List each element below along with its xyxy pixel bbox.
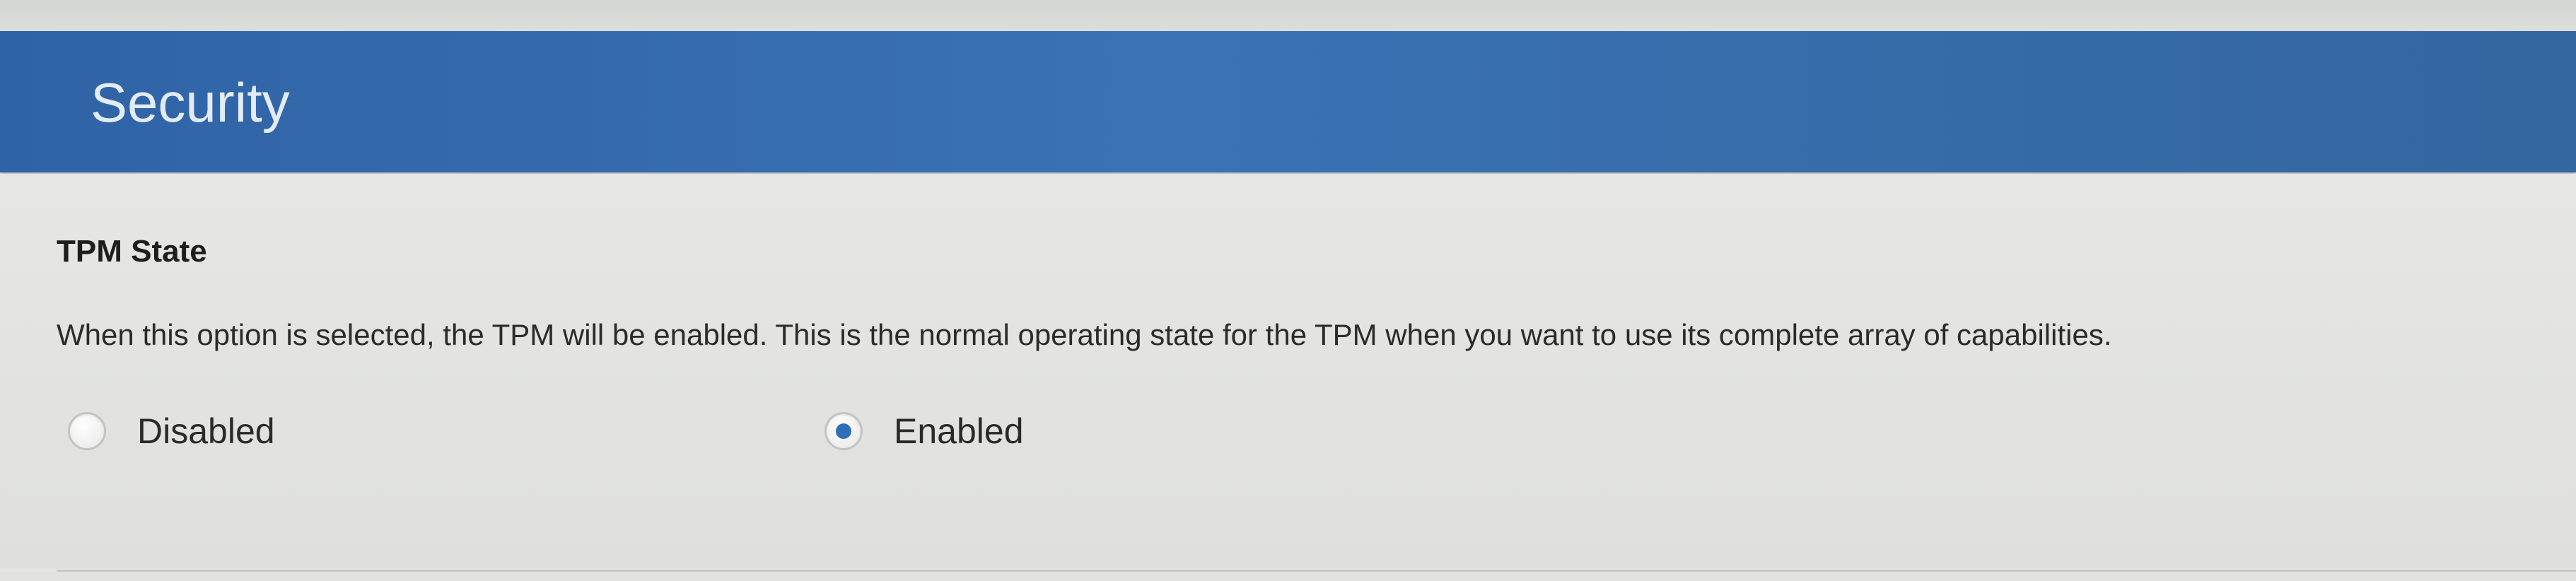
settings-panel xyxy=(0,174,2576,568)
radio-label-disabled: Disabled xyxy=(137,411,275,451)
radio-option-disabled[interactable]: Disabled xyxy=(68,406,275,456)
section-title: Security xyxy=(91,71,290,134)
radio-selected-dot xyxy=(836,423,851,439)
radio-label-enabled: Enabled xyxy=(894,411,1024,451)
radio-button-selected[interactable] xyxy=(824,412,863,450)
radio-option-enabled[interactable]: Enabled xyxy=(824,406,1024,456)
setting-description: When this option is selected, the TPM wi… xyxy=(57,318,2112,351)
bottom-strip xyxy=(0,572,2576,581)
section-header xyxy=(0,31,2576,172)
top-strip xyxy=(0,0,2576,31)
setting-title: TPM State xyxy=(57,234,207,269)
radio-button-unselected[interactable] xyxy=(68,412,106,450)
